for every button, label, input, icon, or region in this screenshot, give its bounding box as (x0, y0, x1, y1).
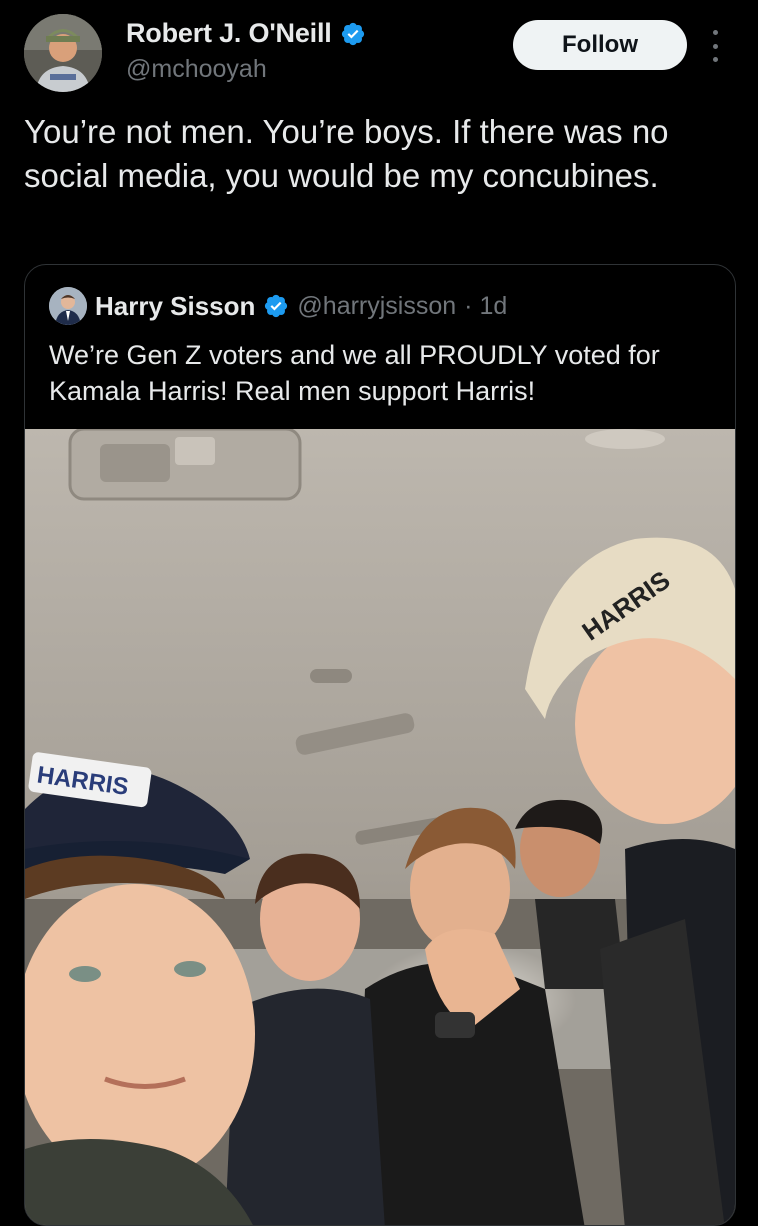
author-handle[interactable]: @mchooyah (126, 55, 267, 84)
tweet-text: You’re not men. You’re boys. If there wa… (24, 113, 669, 194)
quoted-tweet-text: We’re Gen Z voters and we all PROUDLY vo… (49, 340, 660, 406)
author-name-row: Robert J. O'Neill (126, 18, 366, 49)
verified-badge-icon (341, 22, 364, 45)
car-selfie-image: HARRIS HARRIS (25, 429, 735, 1225)
author-name[interactable]: Robert J. O'Neill (126, 18, 332, 49)
more-dot (712, 57, 718, 62)
verified-badge-icon (265, 294, 288, 318)
quoted-author-avatar-image (49, 287, 87, 325)
quoted-tweet-card[interactable]: Harry Sisson @harryjsisson · 1d We’re Ge… (24, 264, 736, 1226)
more-dot (712, 43, 718, 49)
follow-button[interactable]: Follow (513, 20, 687, 70)
author-avatar-image (24, 14, 102, 92)
more-options-icon[interactable] (708, 30, 722, 62)
quoted-author-name[interactable]: Harry Sisson (95, 291, 255, 322)
quoted-author-avatar[interactable] (49, 287, 87, 325)
quoted-author-handle[interactable]: @harryjsisson (297, 292, 456, 321)
quoted-tweet-photo[interactable]: HARRIS HARRIS (25, 429, 735, 1225)
quoted-tweet-time[interactable]: · 1d (464, 292, 507, 321)
author-avatar[interactable] (24, 14, 102, 92)
quoted-tweet-header: Harry Sisson @harryjsisson · 1d (49, 287, 507, 325)
more-dot (712, 30, 718, 35)
